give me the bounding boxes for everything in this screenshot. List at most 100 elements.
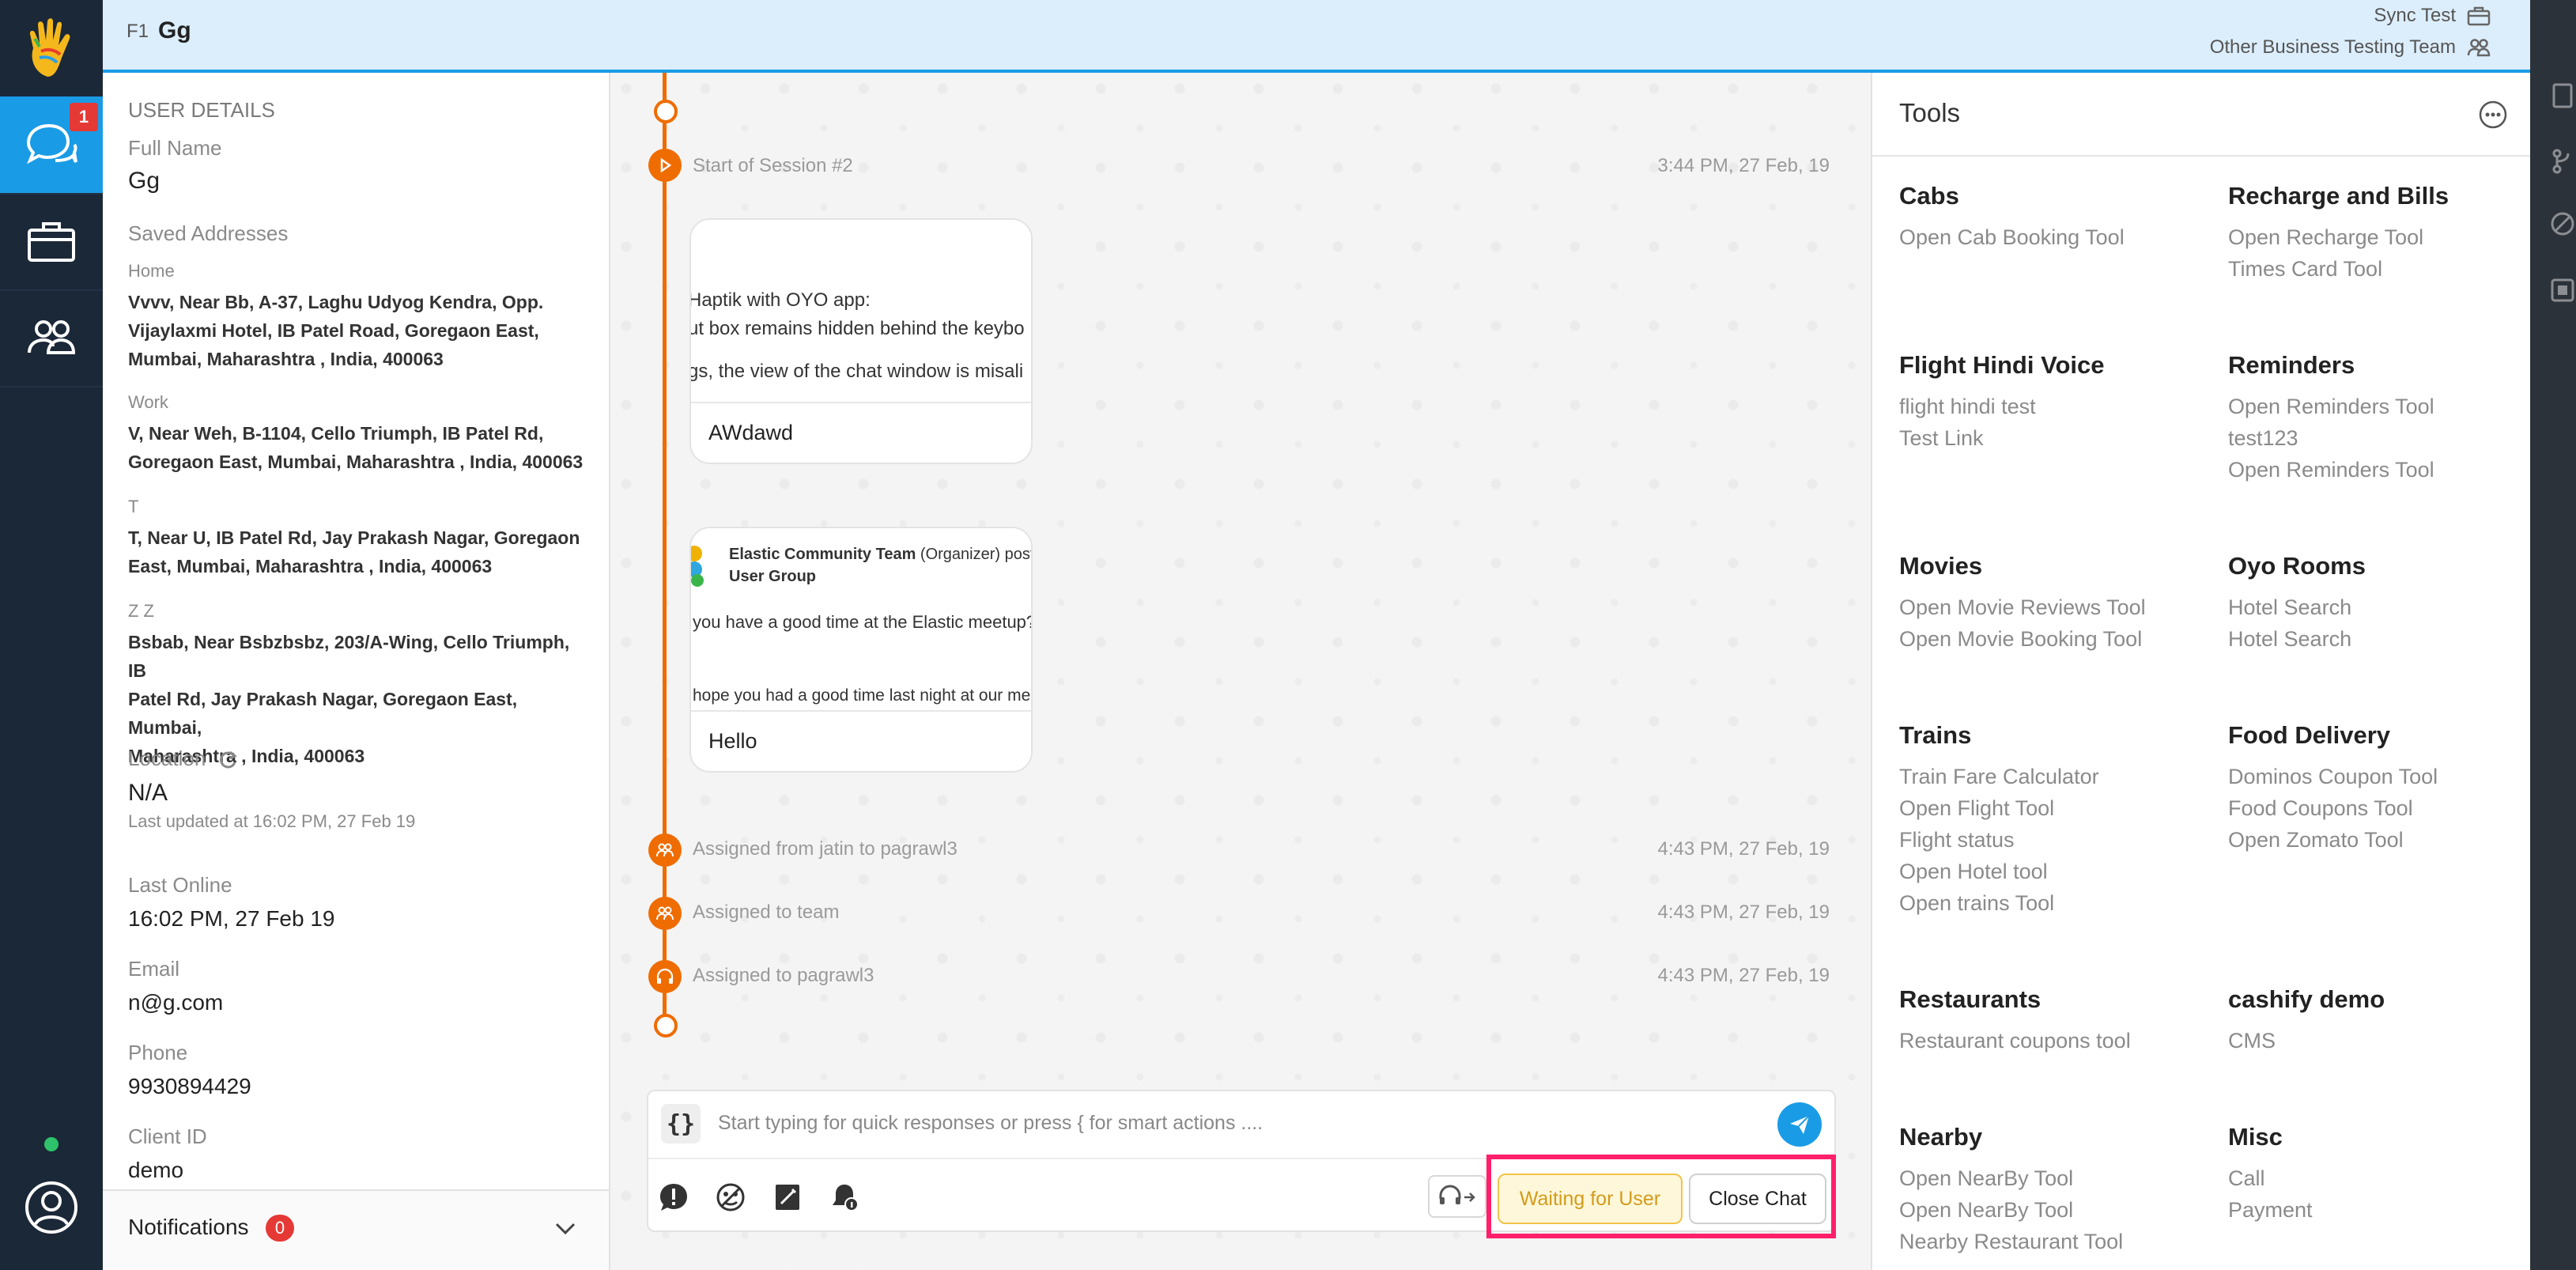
tools-nav-button[interactable] (0, 193, 103, 291)
conversation-header: F1 Gg Sync Test Other Business Testing T… (103, 0, 2530, 73)
branch-icon[interactable] (2549, 147, 2576, 174)
address-line: Mumbai, Maharashtra , India, 400063 (128, 349, 444, 369)
tool-link[interactable]: Times Card Tool (2228, 253, 2544, 285)
user-details-panel: USER DETAILS Full Name Gg Saved Addresse… (103, 73, 610, 1270)
tool-link[interactable]: Open trains Tool (1899, 887, 2215, 919)
tool-link[interactable]: Food Coupons Tool (2228, 792, 2544, 824)
timeline-line (663, 73, 667, 1030)
tool-category-recharge-and-bills: Recharge and Bills Open Recharge Tool Ti… (2228, 182, 2544, 285)
address-label: Home (128, 261, 175, 281)
tool-link[interactable]: Open Zomato Tool (2228, 824, 2544, 856)
tool-link[interactable]: Open Movie Reviews Tool (1899, 592, 2215, 623)
timeline-start-marker (654, 100, 678, 123)
note-icon[interactable] (770, 1180, 805, 1215)
close-chat-button[interactable]: Close Chat (1689, 1174, 1826, 1224)
more-options-icon[interactable] (2478, 100, 2508, 130)
users-icon (28, 320, 76, 354)
event-text: Assigned to pagrawl3 (693, 965, 874, 986)
no-bot-icon[interactable] (713, 1180, 748, 1215)
tool-category-heading: Food Delivery (2228, 721, 2390, 749)
chats-nav-button[interactable]: 1 (0, 96, 103, 195)
user-details-title: USER DETAILS (128, 98, 275, 122)
tool-link[interactable]: Restaurant coupons tool (1899, 1025, 2215, 1056)
card-snippet: hope you had a good time last night at o… (693, 686, 1031, 705)
tool-link[interactable]: Train Fare Calculator (1899, 761, 2215, 792)
card-org-name: Elastic Community Team (729, 546, 916, 563)
message-input[interactable]: Start typing for quick responses or pres… (718, 1112, 1263, 1135)
client-id-value: demo (128, 1158, 184, 1182)
send-button[interactable] (1777, 1102, 1822, 1147)
tool-link[interactable]: Flight status (1899, 824, 2215, 856)
tool-link[interactable]: Open Hotel tool (1899, 856, 2215, 887)
notifications-count: 0 (266, 1215, 294, 1242)
alert-icon[interactable] (656, 1180, 691, 1215)
tool-category-heading: Recharge and Bills (2228, 182, 2449, 210)
waiting-for-user-button[interactable]: Waiting for User (1498, 1174, 1683, 1224)
card-title: Hello (708, 729, 757, 753)
tool-link[interactable]: Test Link (1899, 422, 2215, 454)
app-logo[interactable] (0, 0, 103, 96)
location-value: N/A (128, 780, 168, 806)
tool-link[interactable]: Payment (2228, 1194, 2544, 1226)
tool-link[interactable]: Hotel Search (2228, 592, 2544, 623)
refresh-icon[interactable] (217, 749, 239, 771)
tool-link[interactable]: Open Reminders Tool (2228, 454, 2544, 486)
agent-avatar-icon[interactable] (24, 1180, 79, 1235)
tool-link[interactable]: Open Flight Tool (1899, 792, 2215, 824)
tool-link[interactable]: flight hindi test (1899, 391, 2215, 422)
team-name: Other Business Testing Team (2209, 36, 2456, 58)
tool-category-heading: Misc (2228, 1123, 2283, 1151)
tool-link[interactable]: Dominos Coupon Tool (2228, 761, 2544, 792)
transfer-chat-button[interactable] (1428, 1175, 1486, 1218)
chevron-down-icon[interactable] (552, 1215, 579, 1242)
briefcase-icon (28, 222, 75, 262)
tool-category-heading: Reminders (2228, 351, 2355, 379)
session-start-time: 3:44 PM, 27 Feb, 19 (1657, 155, 1830, 176)
smart-actions-button[interactable]: {} (661, 1104, 701, 1143)
address-label: T (128, 497, 139, 516)
tool-link[interactable]: Open Recharge Tool (2228, 221, 2544, 253)
email-label: Email (128, 957, 180, 981)
card-org: Elastic Community Team (Organizer) post (729, 546, 1031, 564)
tool-link[interactable]: Hotel Search (2228, 623, 2544, 655)
card-title: AWdawd (708, 421, 794, 444)
tool-link[interactable]: test123 (2228, 422, 2544, 454)
tool-link[interactable]: Nearby Restaurant Tool (1899, 1226, 2215, 1257)
tool-category-nearby: Nearby Open NearBy Tool Open NearBy Tool… (1899, 1123, 2215, 1257)
address-label: Work (128, 392, 168, 412)
chats-badge: 1 (70, 103, 98, 131)
card-snippet: gs, the view of the chat window is misal… (691, 361, 1024, 382)
tool-link[interactable]: Call (2228, 1162, 2544, 1194)
address-text: V, Near Weh, B-1104, Cello Triumph, IB P… (128, 419, 587, 476)
tool-link[interactable]: Open Movie Booking Tool (1899, 623, 2215, 655)
message-card[interactable]: Elastic Community Team (Organizer) post … (689, 527, 1033, 773)
nav-rail: 1 (0, 0, 103, 1270)
tool-link[interactable]: Open NearBy Tool (1899, 1194, 2215, 1226)
tool-category-reminders: Reminders Open Reminders Tool test123 Op… (2228, 351, 2544, 486)
tool-link[interactable]: Open NearBy Tool (1899, 1162, 2215, 1194)
message-card[interactable]: Haptik with OYO app: ut box remains hidd… (689, 218, 1033, 464)
users-icon (2467, 39, 2491, 57)
session-start-icon (648, 149, 682, 182)
tool-category-heading: Cabs (1899, 182, 1959, 210)
tool-link[interactable]: Open Reminders Tool (2228, 391, 2544, 422)
tool-category-heading: Flight Hindi Voice (1899, 351, 2105, 379)
address-line: Goregaon East, Mumbai, Maharashtra , Ind… (128, 452, 584, 472)
tool-link[interactable]: CMS (2228, 1025, 2544, 1056)
notifications-toggle[interactable]: Notifications 0 (103, 1189, 609, 1270)
business-info: Sync Test (2374, 5, 2491, 27)
notification-bell-icon[interactable] (827, 1180, 862, 1215)
blocked-icon[interactable] (2549, 210, 2576, 237)
scan-icon[interactable] (2549, 277, 2576, 304)
teams-nav-button[interactable] (0, 289, 103, 387)
notifications-label: Notifications (128, 1215, 249, 1239)
tools-title: Tools (1899, 98, 1961, 127)
tool-category-cashify-demo: cashify demo CMS (2228, 985, 2544, 1056)
tool-category-heading: Nearby (1899, 1123, 1983, 1151)
conversation-prefix: F1 (127, 21, 149, 42)
headset-icon (648, 960, 682, 993)
elastic-logo-icon (691, 546, 704, 587)
card-org-role: (Organizer) post (920, 546, 1031, 563)
document-icon[interactable] (2549, 82, 2576, 109)
tool-link[interactable]: Open Cab Booking Tool (1899, 221, 2215, 253)
